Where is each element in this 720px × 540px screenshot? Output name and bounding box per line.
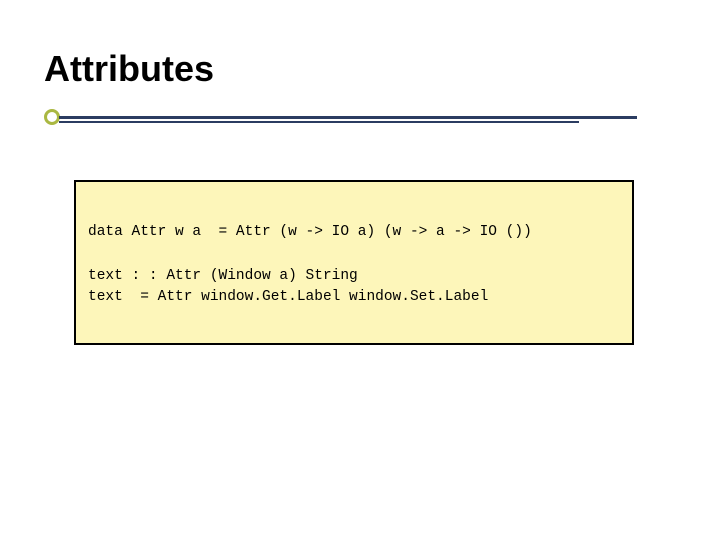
bullet-icon: [44, 109, 60, 125]
slide: Attributes data Attr w a = Attr (w -> IO…: [0, 0, 720, 540]
rule-line-thick: [59, 116, 637, 119]
code-text: data Attr w a = Attr (w -> IO a) (w -> a…: [88, 222, 620, 309]
rule-line-thin: [59, 121, 579, 123]
title-rule: [44, 112, 652, 126]
slide-title: Attributes: [44, 48, 214, 90]
code-block: data Attr w a = Attr (w -> IO a) (w -> a…: [74, 180, 634, 345]
